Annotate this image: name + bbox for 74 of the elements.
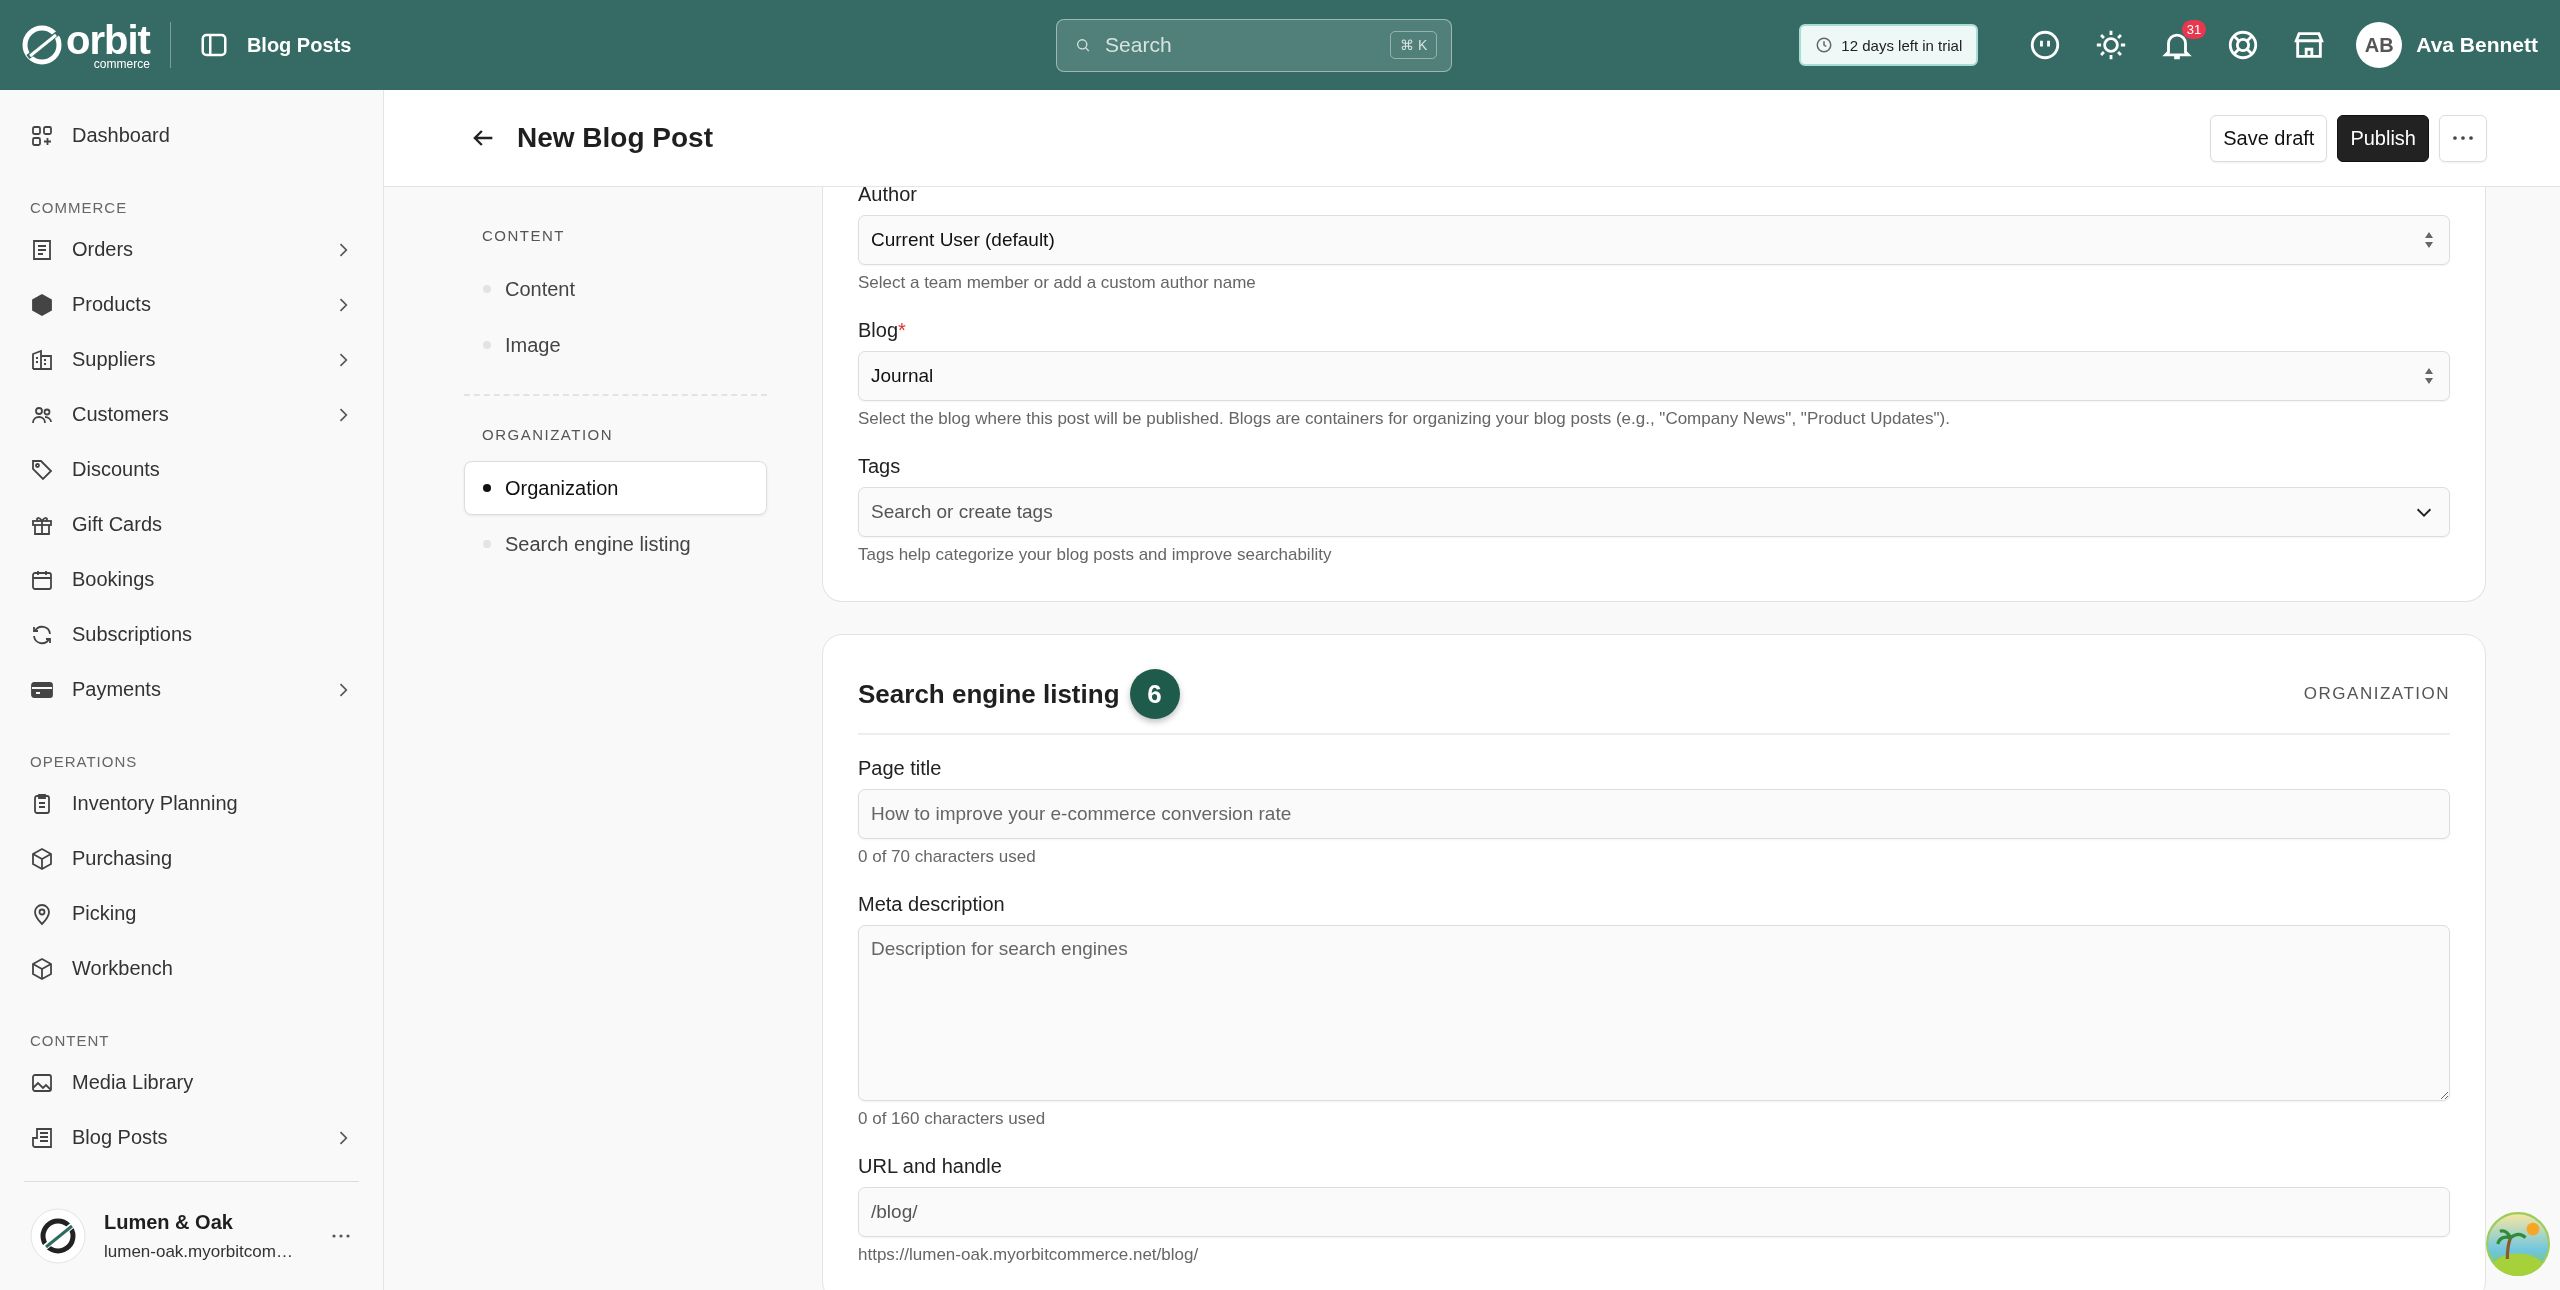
receipt-icon [30,237,54,262]
publish-button[interactable]: Publish [2337,114,2429,162]
section-link[interactable]: Content [464,262,767,316]
meta-description-field[interactable]: Description for search engines [858,925,2450,1101]
section-label: ORGANIZATION [2303,684,2450,704]
step-badge: 6 [1129,669,1180,719]
more-icon [2453,136,2473,140]
sidebar-item[interactable]: Suppliers [24,332,359,387]
beach-avatar-icon[interactable] [2486,1212,2550,1276]
sidebar-item[interactable]: Workbench [24,941,359,996]
sidebar-item[interactable]: Inventory Planning [24,776,359,831]
field-label: Blog* [858,319,907,342]
trial-badge[interactable]: 12 days left in trial [1799,24,1979,66]
field-label: Page title [858,757,943,780]
field-label: URL and handle [858,1155,1003,1178]
select-field[interactable]: Journal [858,351,2450,401]
grid-icon [30,123,54,148]
sidebar-item[interactable]: Payments [24,662,359,717]
help-text: 0 of 70 characters used [858,847,1037,867]
logo-mark-icon [22,25,62,65]
building-icon [30,347,54,372]
input-field[interactable]: /blog/ [858,1187,2450,1237]
sidebar-item[interactable]: Bookings [24,552,359,607]
sidebar-section-title: CONTENT [30,1032,111,1049]
page-title: New Blog Post [517,122,714,154]
help-text: 0 of 160 characters used [858,1109,1047,1129]
sort-arrows-icon [2423,230,2435,250]
sidebar-item[interactable]: Products [24,277,359,332]
help-text: https://lumen-oak.myorbitcommerce.net/blog/ [858,1245,1200,1265]
search-bar[interactable]: Search ⌘ K [1056,18,1453,72]
section-group-title: ORGANIZATION [482,426,615,443]
sidebar-section-title: COMMERCE [30,199,129,216]
field-label: Tags [858,455,902,478]
sidebar-item[interactable]: Gift Cards [24,497,359,552]
page-breadcrumb: Blog Posts [246,33,352,57]
tag-icon [30,457,54,482]
sort-arrows-icon [2423,366,2435,386]
sidebar-item[interactable]: Dashboard [24,108,359,163]
user-name[interactable]: Ava Bennett [2416,33,2538,57]
section-link[interactable]: Organization [464,461,767,515]
help-text: Select a team member or add a custom author name [858,273,1257,293]
box-icon [30,846,54,871]
sidebar-item[interactable]: Subscriptions [24,607,359,662]
section-group-title: CONTENT [482,227,566,244]
keyboard-shortcut: ⌘ K [1390,31,1438,59]
section-link[interactable]: Image [464,318,767,372]
input-field[interactable]: How to improve your e-commerce conversion rate [858,789,2450,839]
sidebar-item[interactable]: Picking [24,886,359,941]
sidebar-section-title: OPERATIONS [30,753,139,770]
tags-field[interactable]: Search or create tags [858,487,2450,537]
card-title: Search engine listing [858,678,1120,710]
sidebar-item[interactable]: Discounts [24,442,359,497]
select-field[interactable]: Current User (default) [858,215,2450,265]
box-icon [30,956,54,981]
field-label: Meta description [858,893,1006,916]
sidebar-item[interactable]: Orders [24,222,359,277]
store-logo-icon [30,1208,86,1264]
save-draft-button[interactable]: Save draft [2210,114,2328,162]
news-icon [30,1125,54,1150]
notification-count: 31 [2181,20,2207,39]
search-field[interactable]: Search [1103,32,1379,58]
help-text: Tags help categorize your blog posts and improve searchability [858,545,1333,565]
logo-subtitle: commerce [93,58,150,70]
logo-wordmark: orbit [66,20,150,60]
section-link[interactable]: Search engine listing [464,517,767,571]
sidebar-item[interactable]: Blog Posts [24,1110,359,1165]
store-switcher[interactable]: Lumen & Oak lumen-oak.myorbitcom… [24,1181,359,1290]
clock-icon [1815,36,1834,54]
sidebar-item[interactable]: Media Library [24,1055,359,1110]
sidebar-item[interactable]: Purchasing [24,831,359,886]
field-label: Author [858,187,918,206]
user-avatar[interactable]: AB [2356,22,2403,68]
help-text: Select the blog where this post will be published. Blogs are containers for organizing your blog posts (e.g., "Company News", "Product Updates"). [858,409,1951,429]
sidebar-item[interactable]: Customers [24,387,359,442]
